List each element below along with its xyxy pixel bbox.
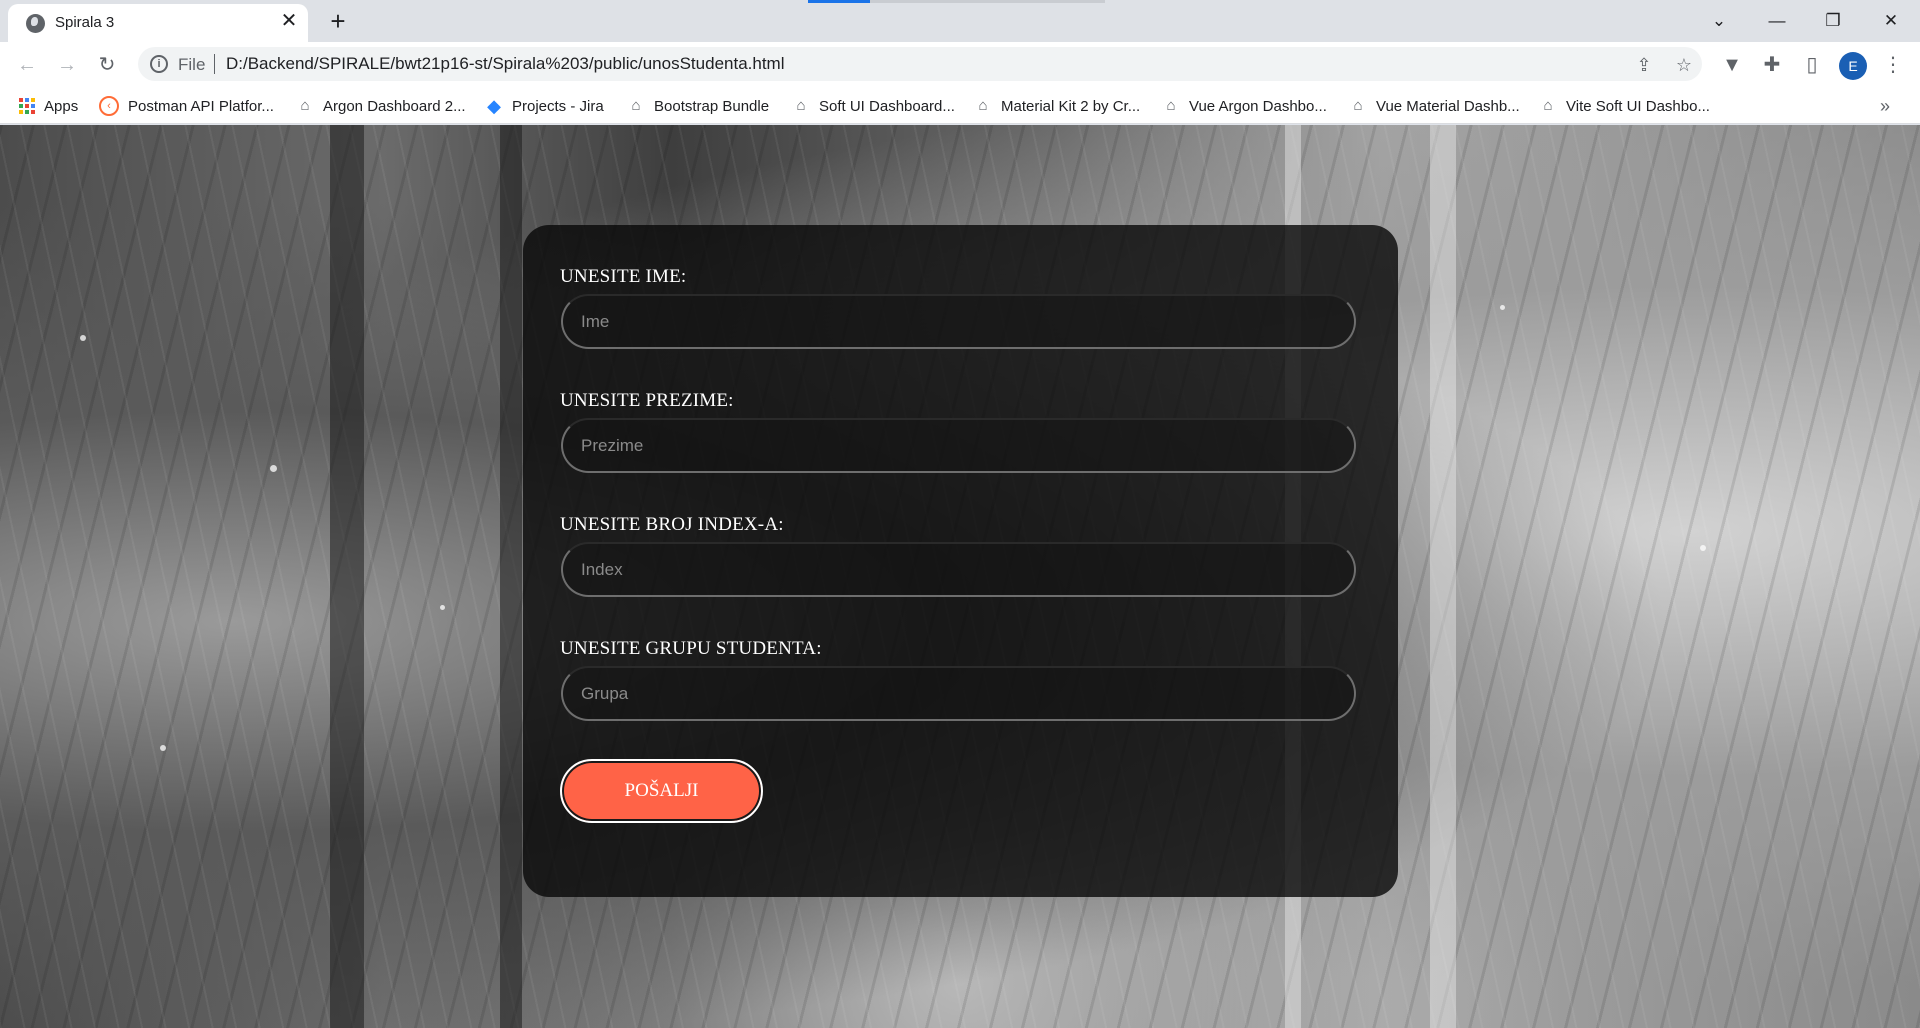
- new-tab-button[interactable]: +: [324, 8, 352, 36]
- background-tree: [1430, 125, 1456, 1028]
- student-entry-form: UNESITE IME: UNESITE PREZIME: UNESITE BR…: [523, 225, 1398, 897]
- share-icon[interactable]: ⇪: [1633, 54, 1655, 76]
- bookmark-postman[interactable]: ‹ Postman API Platfor...: [99, 94, 274, 118]
- template-icon: ⌂: [978, 97, 988, 114]
- bookmark-label: Bootstrap Bundle: [654, 97, 770, 115]
- first-name-label: UNESITE IME:: [560, 266, 687, 287]
- info-icon[interactable]: i: [150, 55, 168, 73]
- reload-icon[interactable]: ↻: [92, 50, 122, 80]
- bookmark-vue-material[interactable]: ⌂ Vue Material Dashb...: [1349, 94, 1520, 118]
- template-icon: ⌂: [1166, 97, 1176, 114]
- tab-indicator-track: [870, 0, 1105, 3]
- page-background: UNESITE IME: UNESITE PREZIME: UNESITE BR…: [0, 125, 1920, 1028]
- index-number-input[interactable]: [561, 542, 1356, 597]
- bookmark-material-kit[interactable]: ⌂ Material Kit 2 by Cr...: [974, 94, 1140, 118]
- globe-icon: [26, 14, 45, 33]
- bookmark-label: Postman API Platfor...: [128, 97, 274, 115]
- bookmark-label: Vue Argon Dashbo...: [1189, 97, 1327, 115]
- background-tree: [500, 125, 522, 1028]
- bookmark-label: Vite Soft UI Dashbo...: [1566, 97, 1710, 115]
- first-name-input[interactable]: [561, 294, 1356, 349]
- bookmark-star-icon[interactable]: ☆: [1673, 54, 1695, 76]
- tab-search-icon[interactable]: ⌄: [1704, 6, 1734, 36]
- last-name-label: UNESITE PREZIME:: [560, 390, 734, 411]
- bookmark-vue-argon[interactable]: ⌂ Vue Argon Dashbo...: [1162, 94, 1327, 118]
- restore-button[interactable]: ❐: [1818, 6, 1848, 36]
- background-tree: [330, 125, 364, 1028]
- bookmark-vite-soft-ui[interactable]: ⌂ Vite Soft UI Dashbo...: [1539, 94, 1710, 118]
- snowflake: [80, 335, 86, 341]
- address-scheme-label: File: [178, 55, 206, 74]
- side-panel-icon[interactable]: ▯: [1799, 52, 1825, 78]
- minimize-button[interactable]: —: [1762, 6, 1792, 36]
- bookmarks-bar: Apps ‹ Postman API Platfor... ⌂ Argon Da…: [0, 88, 1920, 124]
- tab-title: Spirala 3: [55, 14, 115, 31]
- address-divider: [214, 54, 215, 74]
- submit-button[interactable]: POŠALJI: [560, 759, 763, 823]
- last-name-input[interactable]: [561, 418, 1356, 473]
- apps-grid-icon: [19, 98, 35, 114]
- bookmark-jira[interactable]: ◆ Projects - Jira: [485, 94, 604, 118]
- index-number-label: UNESITE BROJ INDEX-A:: [560, 514, 784, 535]
- bookmark-bootstrap-bundle[interactable]: ⌂ Bootstrap Bundle: [627, 94, 769, 118]
- snowflake: [1500, 305, 1505, 310]
- bookmark-label: Material Kit 2 by Cr...: [1001, 97, 1141, 115]
- close-window-button[interactable]: ✕: [1876, 6, 1906, 36]
- forward-arrow-icon[interactable]: →: [52, 50, 82, 80]
- snowflake: [160, 745, 166, 751]
- bookmark-label: Vue Material Dashb...: [1376, 97, 1520, 115]
- jira-icon: ◆: [487, 96, 501, 116]
- student-group-label: UNESITE GRUPU STUDENTA:: [560, 638, 822, 659]
- browser-toolbar: ← → ↻ i File D:/Backend/SPIRALE/bwt21p16…: [0, 42, 1920, 88]
- template-icon: ⌂: [1353, 97, 1363, 114]
- close-tab-icon[interactable]: ✕: [278, 10, 300, 32]
- back-arrow-icon[interactable]: ←: [12, 50, 42, 80]
- template-icon: ⌂: [1543, 97, 1553, 114]
- bookmark-label: Projects - Jira: [512, 97, 604, 115]
- address-url[interactable]: D:/Backend/SPIRALE/bwt21p16-st/Spirala%2…: [226, 54, 785, 74]
- template-icon: ⌂: [631, 97, 641, 114]
- tab-indicator: [808, 0, 870, 3]
- browser-tab[interactable]: Spirala 3 ✕: [8, 4, 308, 42]
- snowflake: [270, 465, 277, 472]
- student-group-input[interactable]: [561, 666, 1356, 721]
- puzzle-extensions-icon[interactable]: ✚: [1759, 52, 1785, 78]
- bookmarks-overflow-icon[interactable]: »: [1880, 96, 1890, 117]
- snowflake: [1700, 545, 1706, 551]
- snowflake: [440, 605, 445, 610]
- extension-v-icon[interactable]: ▼: [1719, 52, 1745, 78]
- bookmark-label: Argon Dashboard 2...: [323, 97, 466, 115]
- template-icon: ⌂: [796, 97, 806, 114]
- bookmark-label: Soft UI Dashboard...: [819, 97, 955, 115]
- tab-strip: Spirala 3 ✕ + ⌄ — ❐ ✕: [0, 0, 1920, 42]
- template-icon: ⌂: [300, 97, 310, 114]
- profile-avatar[interactable]: E: [1839, 52, 1867, 80]
- bookmark-label: Apps: [44, 97, 79, 115]
- address-bar[interactable]: i File D:/Backend/SPIRALE/bwt21p16-st/Sp…: [138, 47, 1702, 81]
- bookmark-apps[interactable]: Apps: [19, 94, 78, 118]
- more-menu-icon[interactable]: ⋮: [1880, 52, 1906, 78]
- bookmark-soft-ui-dashboard[interactable]: ⌂ Soft UI Dashboard...: [792, 94, 955, 118]
- bookmark-argon-dashboard[interactable]: ⌂ Argon Dashboard 2...: [296, 94, 466, 118]
- postman-icon: ‹: [99, 96, 119, 116]
